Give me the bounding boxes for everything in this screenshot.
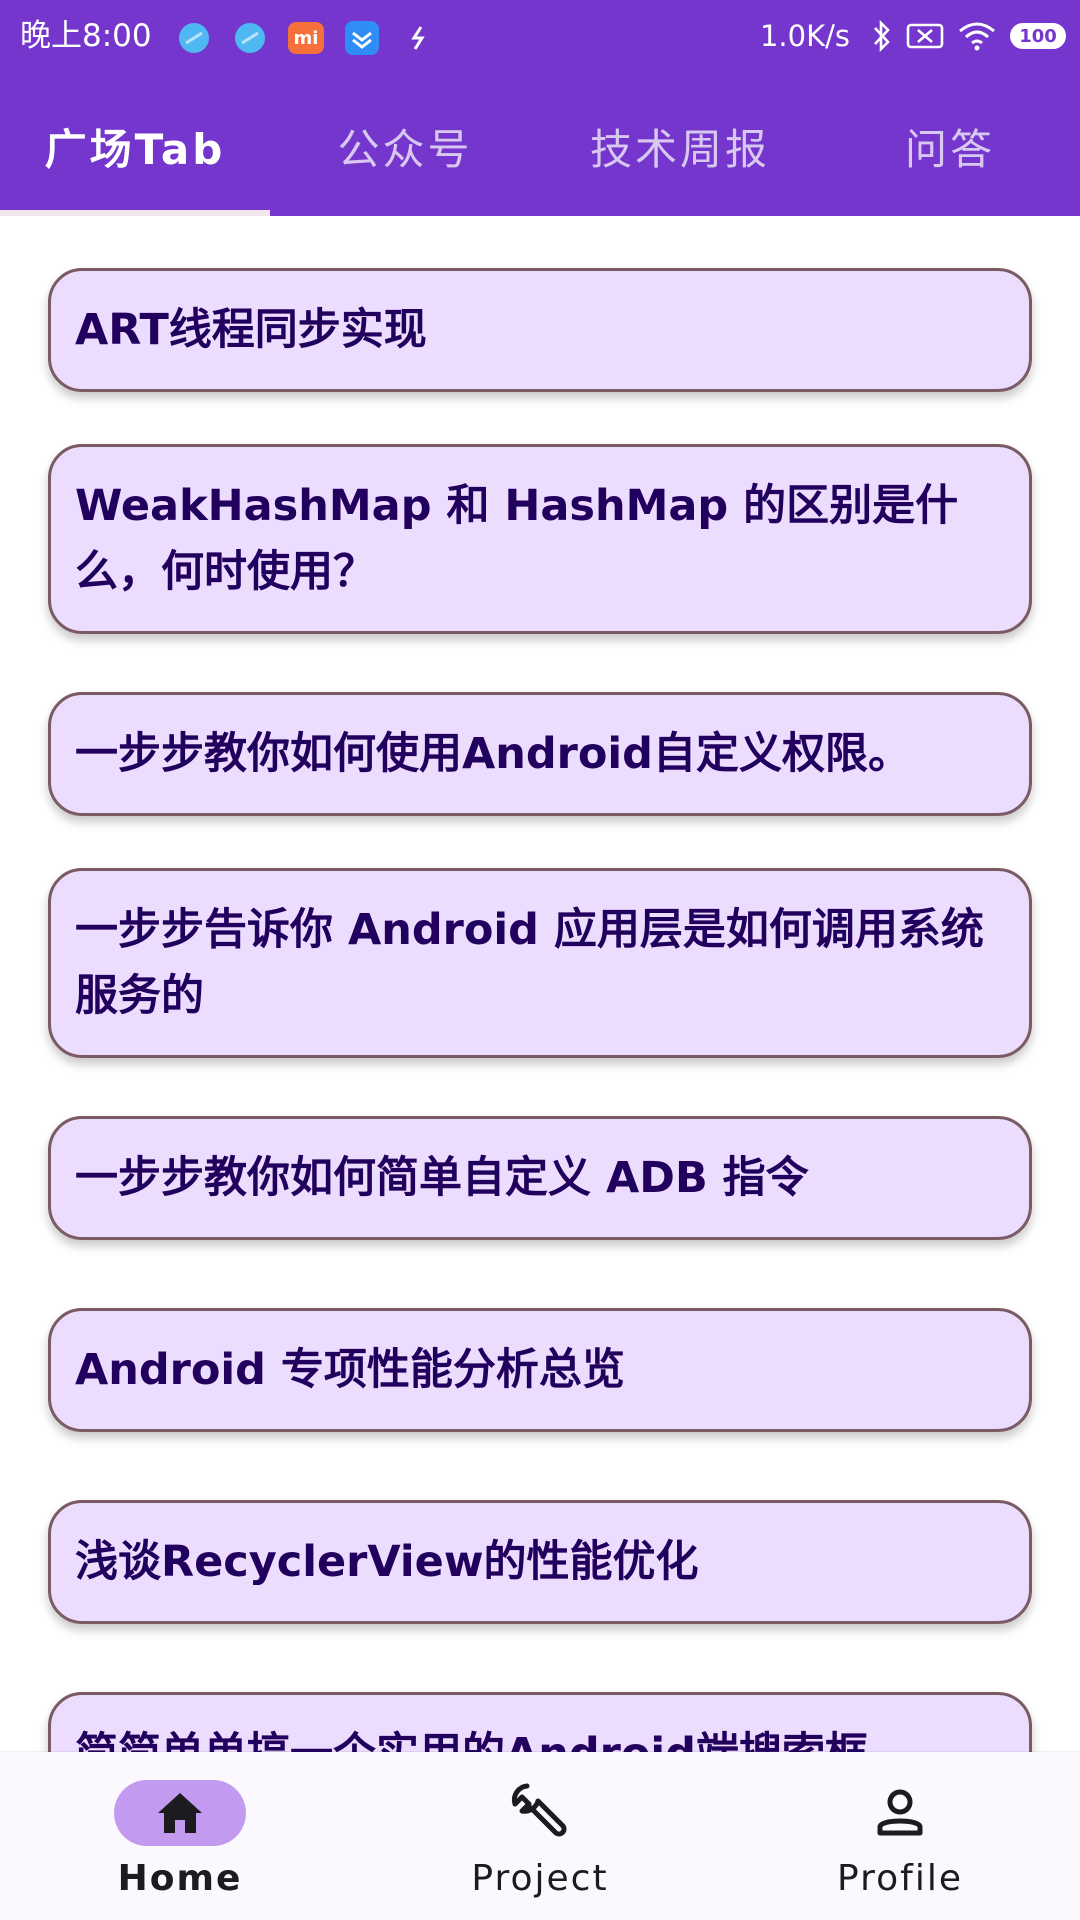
nav-project-label: Project xyxy=(471,1858,609,1899)
nav-profile[interactable]: Profile xyxy=(720,1752,1080,1920)
article-title: 浅谈RecyclerView的性能优化 xyxy=(75,1537,699,1587)
status-indicators: 1.0K/s 100 xyxy=(760,14,1066,58)
download-app-icon xyxy=(344,20,380,56)
mi-app-icon: mi xyxy=(288,20,324,56)
article-list[interactable]: ART线程同步实现 WeakHashMap 和 HashMap 的区别是什么，何… xyxy=(0,216,1080,1752)
wrench-icon xyxy=(474,1780,606,1846)
article-title: Android 专项性能分析总览 xyxy=(75,1345,625,1395)
status-bar: 晚上8:00 mi 1.0K/s 100 xyxy=(0,0,1080,76)
article-card[interactable]: 一步步教你如何简单自定义 ADB 指令 xyxy=(48,1116,1032,1240)
article-title: 一步步告诉你 Android 应用层是如何调用系统服务的 xyxy=(75,905,984,1021)
article-card[interactable]: 浅谈RecyclerView的性能优化 xyxy=(48,1500,1032,1624)
tab-tech-weekly[interactable]: 技术周报 xyxy=(540,76,820,216)
article-card[interactable]: ART线程同步实现 xyxy=(48,268,1032,392)
nav-home-label: Home xyxy=(117,1858,243,1899)
sync-icon xyxy=(400,20,436,56)
article-card[interactable]: 简简单单搞一个实用的Android端搜索框 xyxy=(48,1692,1032,1752)
bubble-app-icon-2 xyxy=(232,20,268,56)
notification-icons: mi xyxy=(176,18,456,58)
tab-square[interactable]: 广场Tab xyxy=(0,76,270,216)
article-card[interactable]: 一步步教你如何使用Android自定义权限。 xyxy=(48,692,1032,816)
bubble-app-icon xyxy=(176,20,212,56)
home-icon xyxy=(114,1780,246,1846)
top-tab-bar: 广场Tab 公众号 技术周报 问答 xyxy=(0,76,1080,216)
nav-home[interactable]: Home xyxy=(0,1752,360,1920)
article-card[interactable]: Android 专项性能分析总览 xyxy=(48,1308,1032,1432)
article-card[interactable]: 一步步告诉你 Android 应用层是如何调用系统服务的 xyxy=(48,868,1032,1058)
wifi-icon xyxy=(958,21,996,51)
article-title: WeakHashMap 和 HashMap 的区别是什么，何时使用？ xyxy=(75,481,959,597)
person-icon xyxy=(834,1780,966,1846)
net-speed: 1.0K/s xyxy=(759,19,850,53)
article-title: 一步步教你如何简单自定义 ADB 指令 xyxy=(75,1153,809,1203)
article-title: 一步步教你如何使用Android自定义权限。 xyxy=(75,729,911,779)
tab-qa[interactable]: 问答 xyxy=(820,76,1080,216)
battery-indicator: 100 xyxy=(1010,23,1066,49)
bluetooth-icon xyxy=(872,19,892,53)
article-title: ART线程同步实现 xyxy=(75,305,427,355)
status-time: 晚上8:00 xyxy=(20,18,152,54)
article-card[interactable]: WeakHashMap 和 HashMap 的区别是什么，何时使用？ xyxy=(48,444,1032,634)
tab-official-accounts[interactable]: 公众号 xyxy=(270,76,540,216)
bottom-navigation: Home Project Profile xyxy=(0,1752,1080,1920)
article-title: 简简单单搞一个实用的Android端搜索框 xyxy=(75,1729,868,1752)
no-sim-icon xyxy=(906,22,944,50)
nav-profile-label: Profile xyxy=(837,1858,963,1899)
nav-project[interactable]: Project xyxy=(360,1752,720,1920)
